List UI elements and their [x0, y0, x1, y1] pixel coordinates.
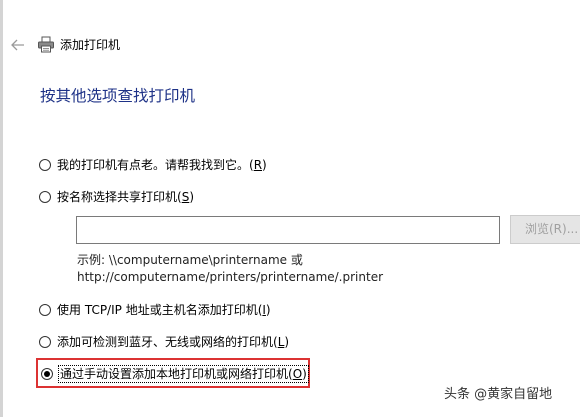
- option-label: 添加可检测到蓝牙、无线或网络的打印机(L): [57, 335, 290, 349]
- option-manual-local-network-printer[interactable]: 通过手动设置添加本地打印机或网络打印机(O): [41, 365, 309, 383]
- back-arrow-icon: [11, 39, 24, 51]
- shared-printer-name-input[interactable]: [76, 216, 500, 244]
- option-label: 通过手动设置添加本地打印机或网络打印机(O): [58, 365, 309, 383]
- browse-button[interactable]: 浏览(R)...: [510, 215, 580, 244]
- example-text-line-2: http://computername/printers/printername…: [77, 270, 384, 284]
- option-old-printer[interactable]: 我的打印机有点老。请帮我找到它。(R): [39, 156, 267, 174]
- option-shared-printer-by-name[interactable]: 按名称选择共享打印机(S): [39, 188, 194, 206]
- radio-button[interactable]: [39, 159, 51, 171]
- radio-button-selected[interactable]: [41, 368, 53, 380]
- radio-button[interactable]: [39, 191, 51, 203]
- printer-icon: [38, 36, 54, 53]
- option-label: 我的打印机有点老。请帮我找到它。(R): [57, 158, 267, 172]
- option-tcpip-printer[interactable]: 使用 TCP/IP 地址或主机名添加打印机(I): [39, 301, 271, 319]
- radio-button[interactable]: [39, 304, 51, 316]
- watermark: 头条 @黄家自留地: [444, 387, 553, 402]
- back-button[interactable]: [6, 34, 30, 56]
- window-title: 添加打印机: [60, 38, 121, 52]
- option-label: 使用 TCP/IP 地址或主机名添加打印机(I): [57, 303, 271, 317]
- option-label: 按名称选择共享打印机(S): [57, 190, 194, 204]
- option-bluetooth-wireless-network-printer[interactable]: 添加可检测到蓝牙、无线或网络的打印机(L): [39, 333, 289, 351]
- example-text-line-1: 示例: \\computername\printername 或: [77, 253, 303, 267]
- radio-button[interactable]: [39, 336, 51, 348]
- page-title: 按其他选项查找打印机: [40, 87, 196, 105]
- window-left-edge: [0, 0, 3, 417]
